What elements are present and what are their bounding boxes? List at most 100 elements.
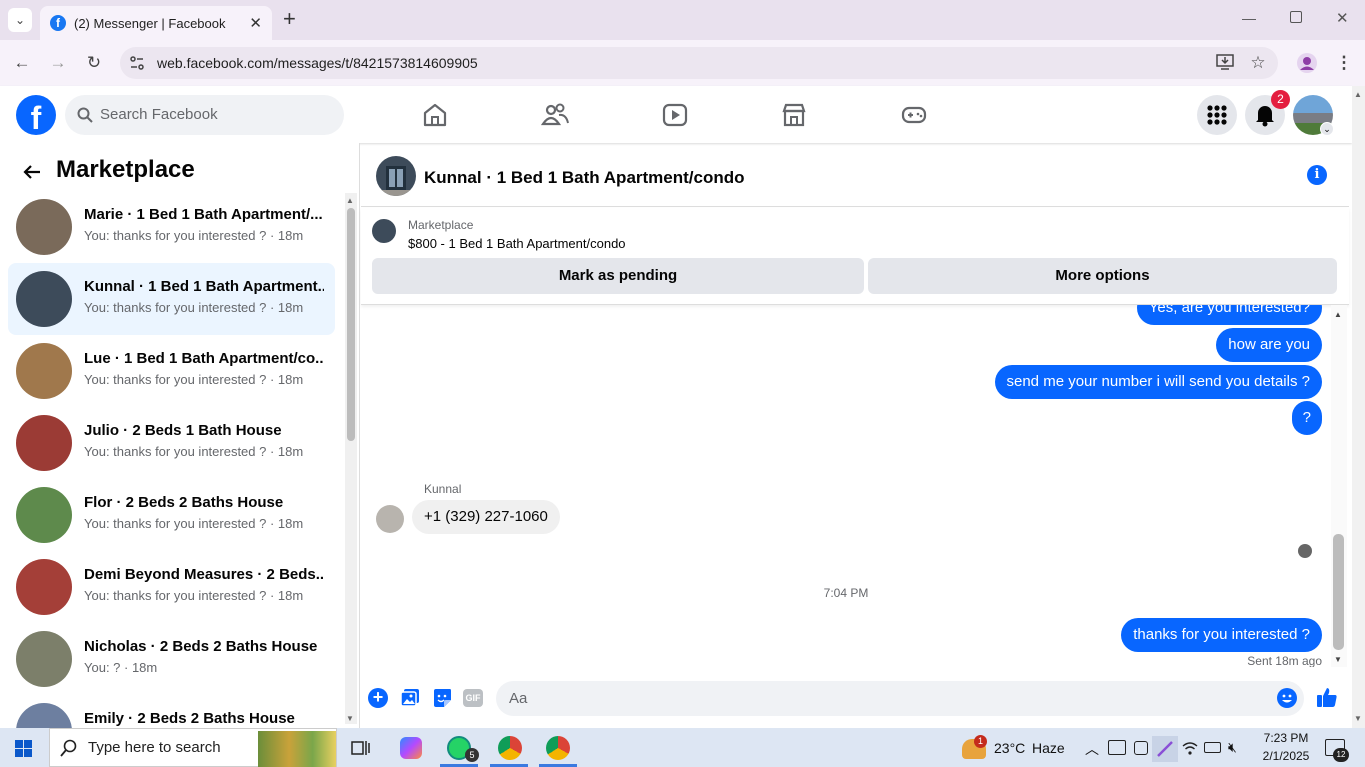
search-icon xyxy=(77,107,93,123)
conversation-item[interactable]: Emily · 2 Beds 2 Baths House xyxy=(8,695,335,728)
facebook-logo-icon[interactable]: f xyxy=(16,95,56,136)
taskbar-search-placeholder: Type here to search xyxy=(88,739,221,756)
forward-icon[interactable]: → xyxy=(46,51,70,75)
conversation-snippet: You: thanks for you interested ? · 18m xyxy=(84,516,304,531)
address-bar[interactable]: web.facebook.com/messages/t/842157381460… xyxy=(120,47,1278,79)
facebook-favicon-icon: f xyxy=(50,15,66,31)
marketplace-icon[interactable] xyxy=(780,101,808,129)
more-options-button[interactable]: More options xyxy=(868,258,1337,294)
volume-muted-icon[interactable]: 🔇︎ xyxy=(1228,739,1237,756)
task-view-icon[interactable] xyxy=(350,738,370,758)
listing-thumbnail[interactable] xyxy=(372,219,396,243)
notification-badge: 2 xyxy=(1271,90,1290,109)
bookmark-star-icon[interactable]: ☆ xyxy=(1246,51,1270,75)
reload-icon[interactable]: ↻ xyxy=(82,51,106,75)
pen-menu-icon[interactable] xyxy=(1152,736,1178,762)
account-chevron-icon[interactable]: ⌄ xyxy=(1320,122,1334,136)
conversation-snippet: You: thanks for you interested ? · 18m xyxy=(84,300,304,315)
page-scroll-down-icon[interactable]: ▼ xyxy=(1354,714,1362,723)
outgoing-message[interactable]: how are you xyxy=(1216,328,1322,362)
conversation-item[interactable]: Demi Beyond Measures · 2 Beds... You: tha… xyxy=(8,551,335,623)
back-icon[interactable]: ← xyxy=(10,51,34,75)
install-app-icon[interactable] xyxy=(1216,54,1234,70)
message-input[interactable]: Aa xyxy=(496,681,1304,716)
tab-close-icon[interactable]: ✕ xyxy=(249,14,262,32)
tab-search-icon[interactable]: ⌄ xyxy=(8,8,32,32)
new-tab-button[interactable]: + xyxy=(283,8,296,30)
listing-label: Marketplace xyxy=(408,218,474,232)
windows-start-icon[interactable] xyxy=(15,740,32,757)
like-icon[interactable] xyxy=(1316,686,1338,708)
outgoing-message[interactable]: Yes, are you interested? xyxy=(1136,305,1322,325)
gif-icon[interactable]: GIF xyxy=(463,689,483,707)
browser-menu-icon[interactable]: ⋮ xyxy=(1332,51,1356,75)
conversation-snippet: You: thanks for you interested ? · 18m xyxy=(84,444,304,459)
conversation-avatar xyxy=(16,199,72,255)
emoji-icon[interactable] xyxy=(1277,688,1297,708)
gaming-icon[interactable] xyxy=(900,101,928,129)
outgoing-message[interactable]: ? xyxy=(1291,401,1322,435)
video-icon[interactable] xyxy=(661,101,689,129)
sender-avatar[interactable] xyxy=(376,505,404,533)
notification-count-badge: 12 xyxy=(1333,748,1349,762)
photo-icon[interactable] xyxy=(400,688,420,708)
chat-scroll-thumb[interactable] xyxy=(1333,534,1344,650)
info-icon[interactable]: i xyxy=(1307,165,1327,185)
conversation-scroll-thumb[interactable] xyxy=(347,208,355,441)
clock-time[interactable]: 7:23 PM xyxy=(1261,731,1311,745)
chrome-profile-icon[interactable] xyxy=(546,736,570,760)
chat-avatar[interactable] xyxy=(376,156,416,196)
facebook-search-input[interactable]: Search Facebook xyxy=(65,95,344,135)
weather-desc[interactable]: Haze xyxy=(1032,740,1065,756)
page-scroll-up-icon[interactable]: ▲ xyxy=(1354,90,1362,99)
chat-scroll-up-icon[interactable]: ▲ xyxy=(1334,310,1342,319)
camera-icon[interactable] xyxy=(1134,741,1148,755)
browser-tab[interactable]: f (2) Messenger | Facebook ✕ xyxy=(40,6,272,40)
search-highlight-icon[interactable] xyxy=(258,731,336,767)
site-info-icon[interactable] xyxy=(129,55,145,71)
conversation-name: Kunnal · 1 Bed 1 Bath Apartment... xyxy=(84,278,324,295)
outgoing-message[interactable]: thanks for you interested ? xyxy=(1121,618,1322,652)
weather-temp[interactable]: 23°C xyxy=(994,740,1025,756)
conversation-item[interactable]: Julio · 2 Beds 1 Bath House You: thanks f… xyxy=(8,407,335,479)
plus-icon[interactable]: + xyxy=(368,688,388,708)
show-hidden-icons-icon[interactable]: ︿ xyxy=(1085,739,1099,759)
conversation-item[interactable]: Lue · 1 Bed 1 Bath Apartment/co... You: t… xyxy=(8,335,335,407)
chrome-icon[interactable] xyxy=(498,736,522,760)
copilot-icon[interactable] xyxy=(400,737,422,759)
conversation-name: Nicholas · 2 Beds 2 Baths House xyxy=(84,638,318,655)
friends-icon[interactable] xyxy=(540,101,569,129)
mark-as-pending-button[interactable]: Mark as pending xyxy=(372,258,864,294)
conversation-item[interactable]: Kunnal · 1 Bed 1 Bath Apartment... You: t… xyxy=(8,263,335,335)
restore-icon[interactable] xyxy=(1290,11,1302,23)
menu-grid-button[interactable] xyxy=(1197,95,1237,135)
window-close-icon[interactable]: ✕ xyxy=(1336,9,1349,27)
battery-icon[interactable] xyxy=(1204,742,1221,753)
minimize-icon[interactable]: — xyxy=(1242,10,1256,26)
tab-title: (2) Messenger | Facebook xyxy=(74,15,226,31)
back-arrow-icon[interactable] xyxy=(20,160,44,184)
scroll-down-icon[interactable]: ▼ xyxy=(346,714,354,723)
conversation-name: Demi Beyond Measures · 2 Beds... xyxy=(84,566,324,583)
home-icon[interactable] xyxy=(421,101,449,129)
profile-icon[interactable] xyxy=(1297,53,1317,73)
wifi-icon[interactable] xyxy=(1182,740,1198,756)
chat-scroll-down-icon[interactable]: ▼ xyxy=(1334,655,1342,664)
message-timestamp: 7:04 PM xyxy=(823,586,869,600)
scroll-up-icon[interactable]: ▲ xyxy=(346,196,354,205)
panel-title: Marketplace xyxy=(56,156,195,183)
sticker-icon[interactable] xyxy=(432,688,452,708)
listing-title[interactable]: $800 - 1 Bed 1 Bath Apartment/condo xyxy=(408,236,626,251)
incoming-message[interactable]: +1 (329) 227-1060 xyxy=(412,500,560,534)
clock-date[interactable]: 2/1/2025 xyxy=(1255,749,1317,763)
outgoing-message[interactable]: send me your number i will send you deta… xyxy=(994,365,1322,399)
weather-badge: 1 xyxy=(974,735,987,748)
conversation-item[interactable]: Nicholas · 2 Beds 2 Baths House You: ? · … xyxy=(8,623,335,695)
sender-name: Kunnal xyxy=(424,482,462,496)
message-status: Sent 18m ago xyxy=(1247,654,1322,667)
meet-now-icon[interactable] xyxy=(1108,740,1126,755)
chat-title[interactable]: Kunnal · 1 Bed 1 Bath Apartment/condo xyxy=(424,168,745,188)
conversation-item[interactable]: Marie · 1 Bed 1 Bath Apartment/... You: t… xyxy=(8,191,335,263)
page-scrollbar[interactable] xyxy=(1352,86,1365,728)
conversation-item[interactable]: Flor · 2 Beds 2 Baths House You: thanks f… xyxy=(8,479,335,551)
